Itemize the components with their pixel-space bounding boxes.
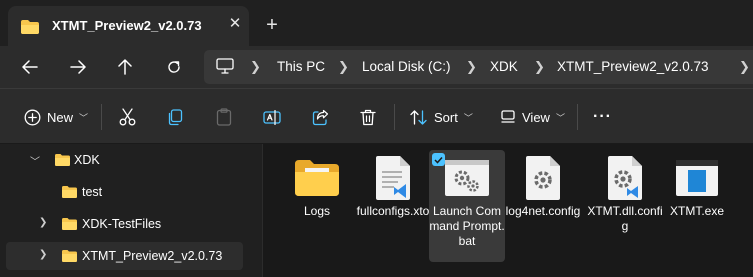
file-item-fullconfigs[interactable]: fullconfigs.xto bbox=[355, 150, 431, 254]
cut-button[interactable] bbox=[119, 105, 136, 129]
chevron-down-icon[interactable]: ﹀ bbox=[30, 153, 40, 168]
new-label: New bbox=[47, 109, 74, 125]
back-button[interactable] bbox=[17, 54, 43, 80]
rename-icon bbox=[263, 109, 281, 125]
copy-button[interactable] bbox=[167, 105, 183, 129]
tree-item-xtmt-preview2[interactable]: ❯ XTMT_Preview2_v2.0.73 bbox=[6, 242, 243, 270]
file-item-xtmt-exe[interactable]: XTMT.exe bbox=[659, 150, 735, 254]
config-file-icon bbox=[601, 154, 649, 202]
command-bar: New ﹀ Sort ﹀ View ﹀ ··· bbox=[0, 88, 753, 144]
chevron-down-icon: ﹀ bbox=[555, 112, 565, 123]
divider bbox=[101, 104, 102, 130]
sort-label: Sort bbox=[434, 109, 458, 125]
file-item-launch-command-prompt[interactable]: Launch Command Prompt.bat bbox=[429, 150, 505, 262]
computer-icon bbox=[216, 58, 234, 77]
chevron-right-icon[interactable]: ❯ bbox=[466, 59, 477, 75]
file-name: log4net.config bbox=[505, 204, 581, 218]
refresh-button[interactable] bbox=[161, 54, 187, 80]
vscode-file-icon bbox=[369, 154, 417, 202]
plus-circle-icon bbox=[24, 109, 41, 125]
more-options-button[interactable]: ··· bbox=[593, 105, 612, 129]
tree-item-xdk-testfiles[interactable]: ❯ XDK-TestFiles bbox=[6, 210, 243, 238]
trash-icon bbox=[360, 109, 376, 125]
view-icon bbox=[501, 110, 515, 123]
sort-button[interactable]: Sort ﹀ bbox=[410, 105, 473, 129]
file-name: XTMT.exe bbox=[669, 204, 724, 218]
sort-icon bbox=[410, 109, 427, 125]
new-button[interactable]: New ﹀ bbox=[24, 105, 88, 129]
breadcrumb-this-pc[interactable]: This PC bbox=[277, 59, 325, 74]
chevron-right-icon[interactable]: ❯ bbox=[250, 59, 261, 75]
file-list: Logs fullconfigs.xto Launch Command Prom… bbox=[263, 144, 753, 277]
file-name: fullconfigs.xto bbox=[356, 204, 430, 218]
title-bar: XTMT_Preview2_v2.0.73 ✕ + bbox=[0, 0, 753, 46]
new-tab-button[interactable]: + bbox=[262, 15, 282, 35]
close-tab-icon[interactable]: ✕ bbox=[226, 15, 244, 33]
tree-item-test[interactable]: test bbox=[6, 178, 243, 206]
chevron-right-icon[interactable]: ❯ bbox=[39, 249, 47, 260]
forward-arrow-icon bbox=[70, 60, 86, 74]
folder-icon bbox=[62, 250, 77, 265]
view-label: View bbox=[522, 109, 550, 125]
chevron-right-icon[interactable]: ❯ bbox=[39, 217, 47, 228]
batch-file-icon bbox=[443, 154, 491, 202]
tree-item-label: XTMT_Preview2_v2.0.73 bbox=[82, 249, 223, 263]
folder-icon bbox=[55, 154, 70, 169]
divider bbox=[577, 104, 578, 130]
tab-current[interactable]: XTMT_Preview2_v2.0.73 ✕ bbox=[8, 6, 249, 46]
chevron-right-icon[interactable]: ❯ bbox=[338, 59, 349, 75]
tab-title: XTMT_Preview2_v2.0.73 bbox=[52, 18, 202, 33]
file-item-xtmt-dll-config[interactable]: XTMT.dll.config bbox=[587, 150, 663, 254]
navigation-pane: ﹀ XDK test ❯ XDK-TestFiles ❯ XTMT_Previe… bbox=[0, 144, 262, 277]
folder-icon bbox=[62, 218, 77, 233]
back-arrow-icon bbox=[22, 60, 38, 74]
forward-button[interactable] bbox=[65, 54, 91, 80]
tree-item-label: test bbox=[82, 185, 103, 199]
breadcrumb-xdk[interactable]: XDK bbox=[490, 59, 518, 74]
copy-icon bbox=[168, 108, 183, 125]
config-file-icon bbox=[519, 154, 567, 202]
breadcrumb-local-disk[interactable]: Local Disk (C:) bbox=[362, 59, 451, 74]
up-button[interactable] bbox=[112, 54, 138, 80]
file-name: Launch Command Prompt.bat bbox=[429, 204, 505, 248]
tree-item-label: XDK bbox=[74, 153, 100, 167]
rename-button[interactable] bbox=[263, 105, 281, 129]
navigation-row: ❯ This PC ❯ Local Disk (C:) ❯ XDK ❯ XTMT… bbox=[0, 46, 753, 88]
chevron-right-icon[interactable]: ❯ bbox=[739, 59, 750, 75]
divider bbox=[394, 104, 395, 130]
folder-icon bbox=[293, 154, 341, 202]
chevron-down-icon: ﹀ bbox=[79, 112, 89, 123]
tree-item-xdk[interactable]: ﹀ XDK bbox=[6, 146, 243, 174]
clipboard-icon bbox=[216, 108, 232, 126]
file-item-log4net-config[interactable]: log4net.config bbox=[505, 150, 581, 254]
exe-icon bbox=[673, 154, 721, 202]
breadcrumb-current-folder[interactable]: XTMT_Preview2_v2.0.73 bbox=[557, 59, 709, 74]
share-icon bbox=[312, 109, 329, 125]
address-bar[interactable]: ❯ This PC ❯ Local Disk (C:) ❯ XDK ❯ XTMT… bbox=[204, 50, 753, 84]
tree-item-label: XDK-TestFiles bbox=[82, 217, 162, 231]
scissors-icon bbox=[119, 108, 136, 126]
chevron-down-icon: ﹀ bbox=[463, 112, 473, 123]
folder-icon bbox=[21, 20, 39, 37]
delete-button[interactable] bbox=[360, 105, 376, 129]
refresh-icon bbox=[168, 61, 180, 73]
chevron-right-icon[interactable]: ❯ bbox=[534, 59, 545, 75]
share-button[interactable] bbox=[312, 105, 329, 129]
file-name: XTMT.dll.config bbox=[587, 204, 663, 233]
file-name: Logs bbox=[303, 204, 331, 218]
folder-icon bbox=[62, 186, 77, 201]
up-arrow-icon bbox=[118, 59, 132, 75]
view-button[interactable]: View ﹀ bbox=[500, 105, 565, 129]
paste-button[interactable] bbox=[216, 105, 232, 129]
file-item-logs[interactable]: Logs bbox=[279, 150, 355, 254]
